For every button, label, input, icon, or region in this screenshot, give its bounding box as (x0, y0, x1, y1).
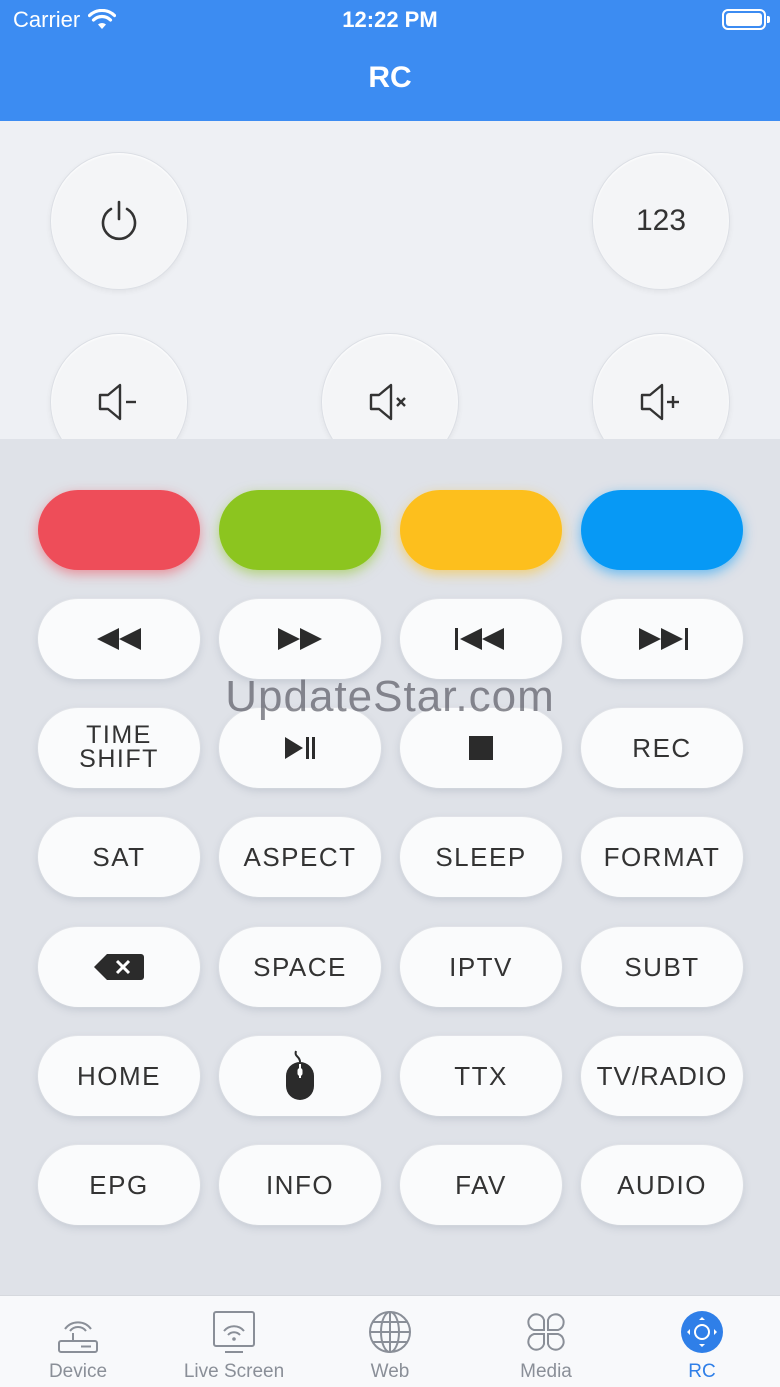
fav-button[interactable]: FAV (400, 1145, 562, 1225)
skip-next-button[interactable] (581, 599, 743, 679)
volume-up-icon (640, 383, 679, 421)
power-icon (101, 200, 137, 241)
ttx-label: TTX (454, 1061, 508, 1091)
tab-media-label: Media (520, 1361, 572, 1382)
tab-rc[interactable]: RC (624, 1296, 780, 1387)
tab-web-label: Web (370, 1361, 410, 1382)
volume-up-button[interactable] (592, 333, 730, 439)
volume-down-icon (98, 383, 136, 421)
rewind-icon (97, 628, 141, 650)
globe-icon (369, 1311, 411, 1353)
home-button[interactable]: HOME (38, 1036, 200, 1116)
fav-label: FAV (455, 1170, 507, 1200)
yellow-key[interactable] (400, 490, 562, 570)
backspace-icon (94, 954, 144, 980)
mute-button[interactable] (321, 333, 459, 439)
skip-previous-icon (455, 628, 504, 650)
tab-media[interactable]: Media (468, 1296, 624, 1387)
tab-device[interactable]: Device (0, 1296, 156, 1387)
info-label: INFO (265, 1170, 335, 1200)
ttx-button[interactable]: TTX (400, 1036, 562, 1116)
tab-live-screen[interactable]: Live Screen (156, 1296, 312, 1387)
tab-live-screen-label: Live Screen (183, 1361, 285, 1382)
mute-icon (369, 383, 406, 421)
tab-bar: Device Live Screen Web Media RC (0, 1295, 780, 1387)
tv-radio-button[interactable]: TV/RADIO (581, 1036, 743, 1116)
numpad-label: 123 (635, 204, 687, 237)
audio-button[interactable]: AUDIO (581, 1145, 743, 1225)
mouse-icon (286, 1050, 314, 1100)
iptv-button[interactable]: IPTV (400, 927, 562, 1007)
rewind-button[interactable] (38, 599, 200, 679)
status-time: 12:22 PM (342, 7, 438, 32)
sleep-button[interactable]: SLEEP (400, 817, 562, 897)
tv-radio-label: TV/RADIO (596, 1061, 728, 1091)
skip-previous-button[interactable] (400, 599, 562, 679)
header: Carrier 12:22 PM RC (0, 0, 780, 121)
fast-forward-icon (278, 628, 322, 650)
sleep-label: SLEEP (435, 842, 527, 872)
aspect-button[interactable]: ASPECT (219, 817, 381, 897)
remote-icon (681, 1311, 723, 1353)
subt-label: SUBT (624, 952, 700, 982)
stop-icon (469, 736, 493, 760)
green-key[interactable] (219, 490, 381, 570)
mouse-button[interactable] (219, 1036, 381, 1116)
sat-label: SAT (92, 842, 146, 872)
home-label: HOME (77, 1061, 161, 1091)
aspect-label: ASPECT (243, 842, 357, 872)
format-button[interactable]: FORMAT (581, 817, 743, 897)
fast-forward-button[interactable] (219, 599, 381, 679)
tab-web[interactable]: Web (312, 1296, 468, 1387)
play-pause-icon (285, 737, 315, 759)
info-button[interactable]: INFO (219, 1145, 381, 1225)
tab-rc-label: RC (688, 1361, 716, 1382)
space-label: SPACE (253, 952, 347, 982)
power-button[interactable] (50, 152, 188, 290)
audio-label: AUDIO (617, 1170, 707, 1200)
iptv-label: IPTV (449, 952, 513, 982)
subt-button[interactable]: SUBT (581, 927, 743, 1007)
blue-key[interactable] (581, 490, 743, 570)
epg-label: EPG (89, 1170, 149, 1200)
format-label: FORMAT (603, 842, 721, 872)
numpad-button[interactable]: 123 (592, 152, 730, 290)
sat-button[interactable]: SAT (38, 817, 200, 897)
router-icon (58, 1321, 98, 1353)
rec-label: REC (632, 733, 692, 763)
epg-button[interactable]: EPG (38, 1145, 200, 1225)
skip-next-icon (639, 628, 688, 650)
timeshift-label-line2: SHIFT (79, 745, 159, 773)
space-button[interactable]: SPACE (219, 927, 381, 1007)
battery-icon (722, 9, 770, 30)
screen-cast-icon (213, 1311, 255, 1353)
top-button-area: 123 (0, 121, 780, 439)
watermark: UpdateStar.com (225, 672, 555, 721)
backspace-button[interactable] (38, 927, 200, 1007)
volume-down-button[interactable] (50, 333, 188, 439)
keypad-area: TIME SHIFT REC SAT ASPECT SLEEP FORMAT S… (0, 439, 780, 1295)
media-grid-icon (527, 1313, 565, 1351)
tab-device-label: Device (48, 1361, 108, 1382)
red-key[interactable] (38, 490, 200, 570)
page-title: RC (368, 61, 412, 94)
